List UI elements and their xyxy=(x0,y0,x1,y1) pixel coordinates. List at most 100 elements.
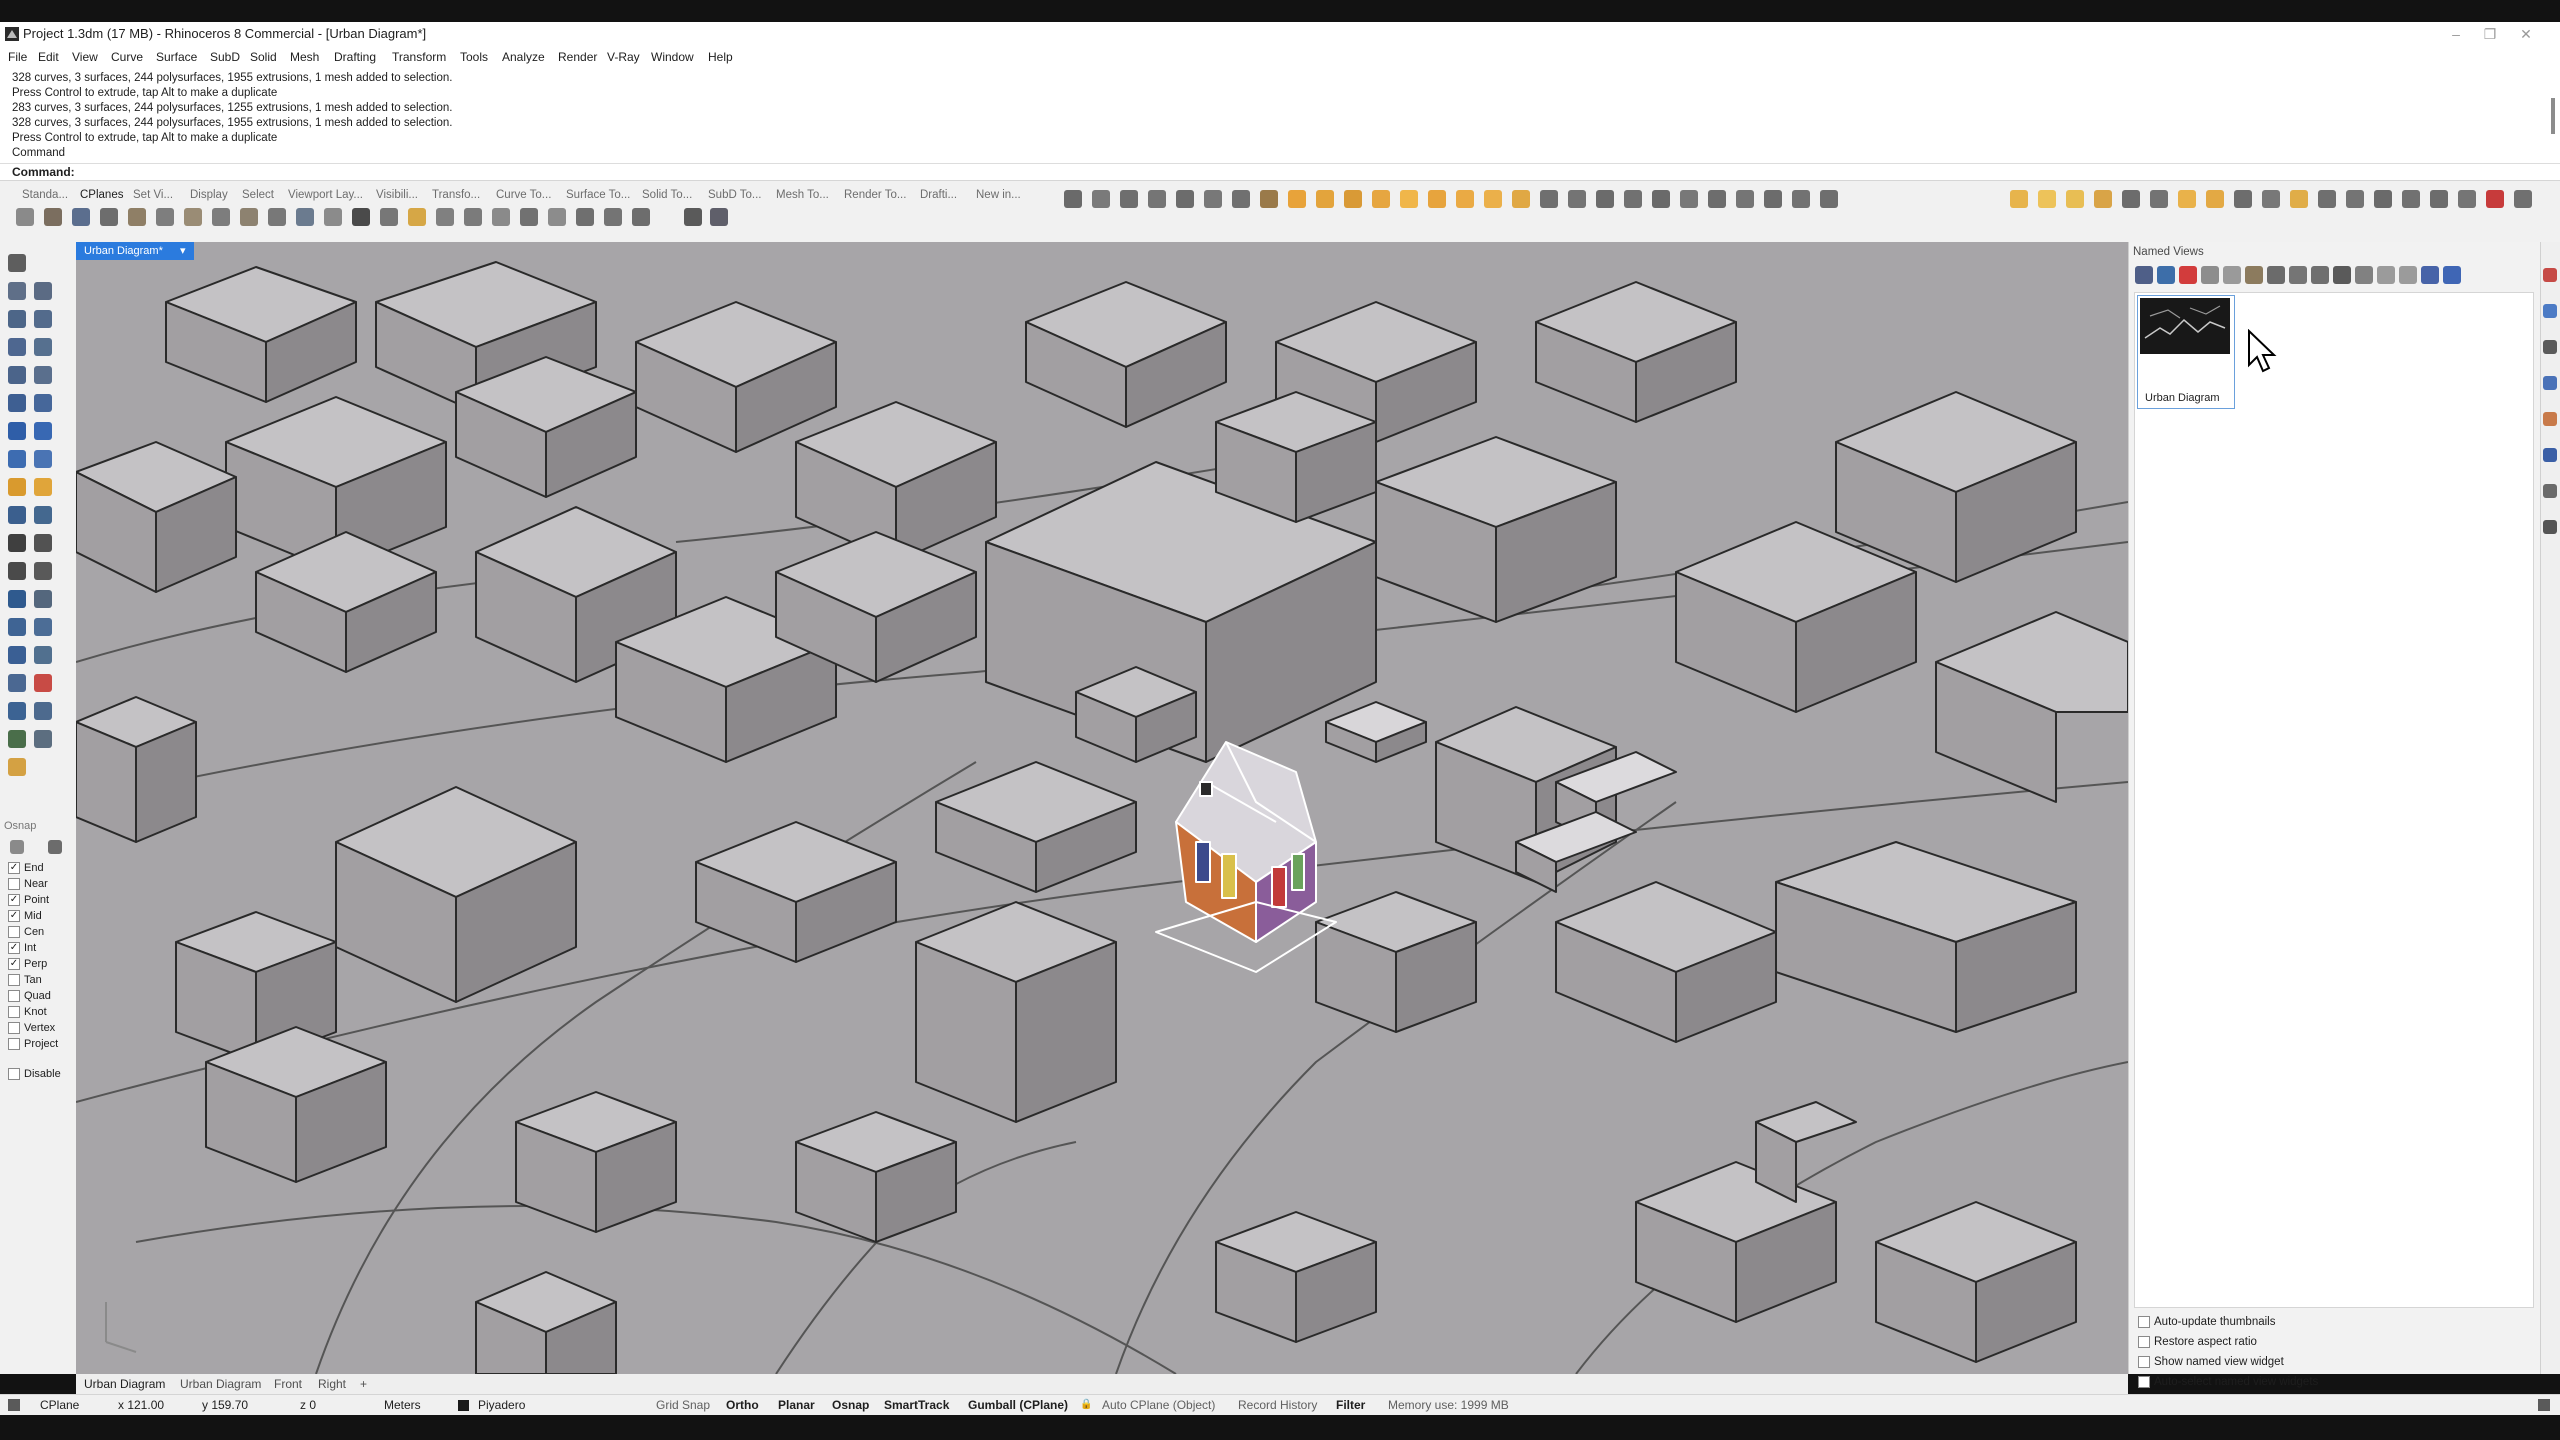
osnap-perp[interactable]: ✓ Perp xyxy=(8,956,47,972)
tab-display[interactable]: Display xyxy=(190,189,228,201)
menu-render[interactable]: Render xyxy=(558,46,597,68)
tab-subd-tools[interactable]: SubD To... xyxy=(708,189,762,201)
cplane-surface-icon[interactable] xyxy=(492,208,510,226)
panel-toggle-icon[interactable] xyxy=(8,1399,20,1411)
text-icon[interactable] xyxy=(8,590,26,608)
xray-view-icon[interactable] xyxy=(1372,190,1390,208)
layout-view-icon[interactable] xyxy=(2333,266,2351,284)
four-view-icon[interactable] xyxy=(1260,190,1278,208)
paste-view-icon[interactable] xyxy=(2223,266,2241,284)
down-arrow-icon[interactable] xyxy=(2399,266,2417,284)
layout-icon[interactable] xyxy=(1820,190,1838,208)
filter-icon[interactable] xyxy=(48,840,62,854)
osnap-tan[interactable]: Tan xyxy=(8,972,42,988)
light-tool-icon[interactable] xyxy=(34,478,52,496)
surface-icon[interactable] xyxy=(8,394,26,412)
libraries-icon[interactable] xyxy=(2543,412,2557,426)
rendered-view-icon[interactable] xyxy=(1316,190,1334,208)
copy-icon[interactable] xyxy=(34,506,52,524)
list-view-icon[interactable] xyxy=(2421,266,2439,284)
save-view-icon[interactable] xyxy=(2135,266,2153,284)
vray-delete-icon[interactable] xyxy=(2486,190,2504,208)
mesh-icon[interactable] xyxy=(8,478,26,496)
modify-view-icon[interactable] xyxy=(2289,266,2307,284)
vray-decal-icon[interactable] xyxy=(2430,190,2448,208)
sparkle-icon[interactable] xyxy=(1484,190,1502,208)
cplane-named-icon[interactable] xyxy=(352,208,370,226)
extrude-icon[interactable] xyxy=(8,450,26,468)
tab-mesh-tools[interactable]: Mesh To... xyxy=(776,189,829,201)
tab-surface-tools[interactable]: Surface To... xyxy=(566,189,630,201)
preview-view-icon[interactable] xyxy=(2355,266,2373,284)
cplane-world-icon[interactable] xyxy=(324,208,342,226)
cplane-next-icon[interactable] xyxy=(604,208,622,226)
toggle-filter[interactable]: Filter xyxy=(1336,1395,1365,1415)
display-icon[interactable] xyxy=(2543,340,2557,354)
option-show-named-view-widget[interactable]: Show named view widget xyxy=(2138,1352,2284,1372)
menu-surface[interactable]: Surface xyxy=(156,46,197,68)
viewport-perspective[interactable] xyxy=(76,242,2128,1374)
cplane-perpendicular-icon[interactable] xyxy=(240,208,258,226)
inspect-icon[interactable] xyxy=(34,730,52,748)
menu-view[interactable]: View xyxy=(72,46,98,68)
close-window-button[interactable]: ✕ xyxy=(2510,22,2542,46)
rectangle-icon[interactable] xyxy=(34,338,52,356)
circle-icon[interactable] xyxy=(8,310,26,328)
zoom-selected-icon[interactable] xyxy=(1204,190,1222,208)
vray-bulb-icon[interactable] xyxy=(2290,190,2308,208)
osnap-point[interactable]: ✓ Point xyxy=(8,892,49,908)
vray-settings-icon[interactable] xyxy=(2514,190,2532,208)
layers-icon[interactable] xyxy=(2543,304,2557,318)
osnap-project[interactable]: Project xyxy=(8,1036,58,1052)
block-icon[interactable] xyxy=(1568,190,1586,208)
cplane-curve-icon[interactable] xyxy=(520,208,538,226)
undo-view-icon[interactable] xyxy=(1232,190,1250,208)
option-auto-select-widgets[interactable]: Auto-select named view widgets xyxy=(2138,1372,2318,1392)
dimension-icon[interactable] xyxy=(34,590,52,608)
menu-curve[interactable]: Curve xyxy=(111,46,143,68)
tab-urban-diagram-2[interactable]: Urban Diagram xyxy=(180,1374,261,1394)
polygon-icon[interactable] xyxy=(8,338,26,356)
toggle-grid-snap[interactable]: Grid Snap xyxy=(656,1395,710,1415)
minimize-button[interactable]: – xyxy=(2440,22,2472,46)
transform-icon[interactable] xyxy=(34,674,52,692)
cplane-axis-icon[interactable] xyxy=(576,208,594,226)
arc-icon[interactable] xyxy=(8,366,26,384)
cplane-origin-icon[interactable] xyxy=(268,208,286,226)
add-tab-button[interactable]: + xyxy=(360,1374,367,1394)
box-solid-icon[interactable] xyxy=(8,422,26,440)
menu-subd[interactable]: SubD xyxy=(210,46,240,68)
car-icon[interactable] xyxy=(1540,190,1558,208)
array-tool-icon[interactable] xyxy=(8,618,26,636)
cplane-redo-icon[interactable] xyxy=(464,208,482,226)
grid-icon[interactable] xyxy=(1736,190,1754,208)
curve-icon[interactable] xyxy=(34,282,52,300)
menu-tools[interactable]: Tools xyxy=(460,46,488,68)
zoom-icon[interactable] xyxy=(1120,190,1138,208)
move-icon[interactable] xyxy=(8,506,26,524)
lock-icon[interactable]: 🔒 xyxy=(1080,1395,1092,1415)
arrow-icon[interactable] xyxy=(1708,190,1726,208)
cplane-top-icon[interactable] xyxy=(44,208,62,226)
render-tool-icon[interactable] xyxy=(34,646,52,664)
toggle-gumball[interactable]: Gumball (CPlane) xyxy=(968,1395,1068,1415)
cplane-previous-icon[interactable] xyxy=(632,208,650,226)
cplane-grid-icon[interactable] xyxy=(380,208,398,226)
lock-icon[interactable] xyxy=(2234,190,2252,208)
cplane-view-icon[interactable] xyxy=(296,208,314,226)
mirror-icon[interactable] xyxy=(34,618,52,636)
osnap-cen[interactable]: Cen xyxy=(8,924,44,940)
menu-edit[interactable]: Edit xyxy=(38,46,59,68)
array-icon[interactable] xyxy=(1680,190,1698,208)
vray-fur-icon[interactable] xyxy=(2346,190,2364,208)
cplane-right-icon[interactable] xyxy=(100,208,118,226)
paint-icon[interactable] xyxy=(8,758,26,776)
vray-asset-editor-icon[interactable] xyxy=(2543,448,2557,462)
osnap-end[interactable]: ✓ End xyxy=(8,860,44,876)
command-prompt[interactable]: Command: xyxy=(0,163,2560,180)
copy-view-icon[interactable] xyxy=(2201,266,2219,284)
properties-icon[interactable] xyxy=(2543,268,2557,282)
light-icon[interactable] xyxy=(1400,190,1418,208)
check-icon[interactable] xyxy=(8,730,26,748)
osnap-near[interactable]: Near xyxy=(8,876,48,892)
